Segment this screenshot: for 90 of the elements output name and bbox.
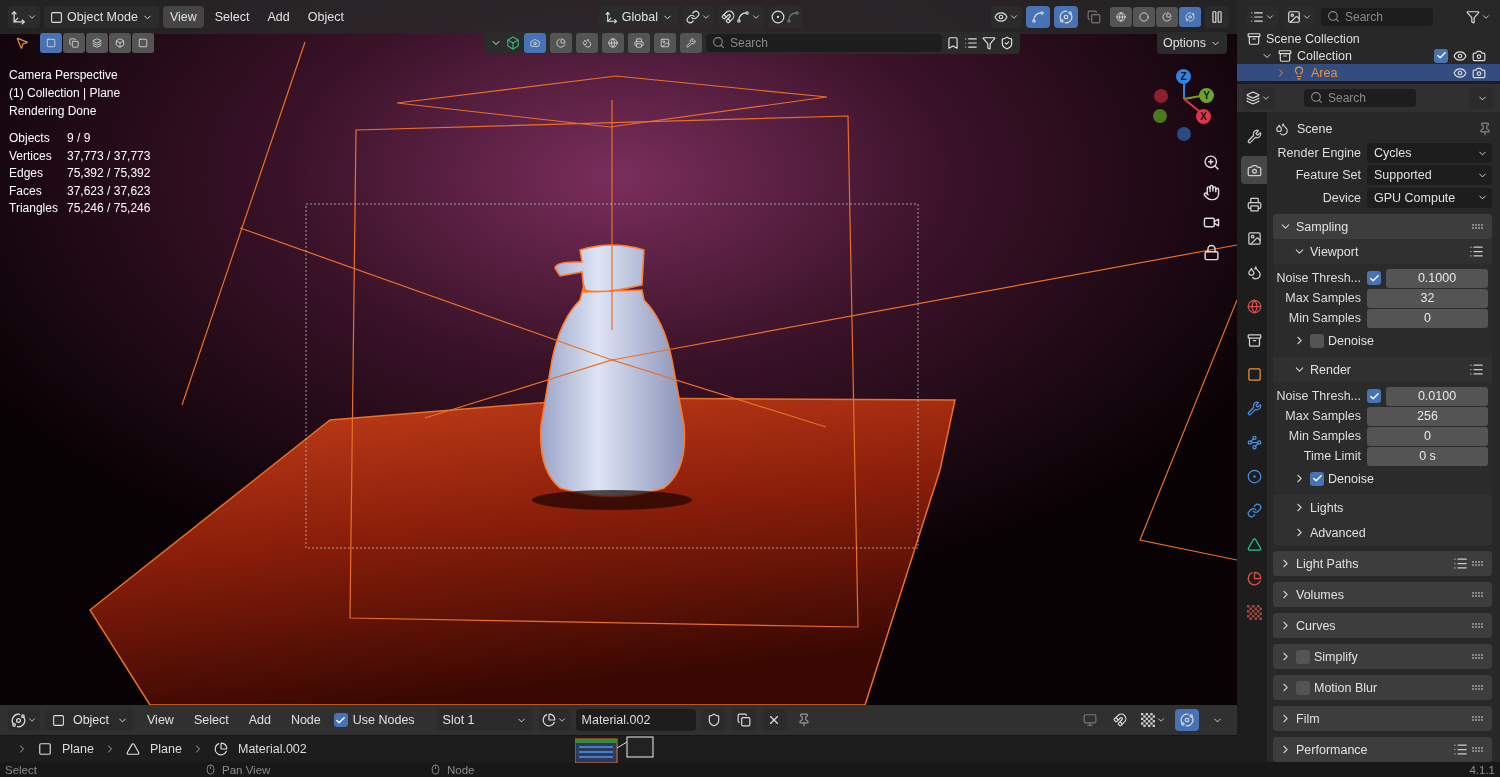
breadcrumb-item[interactable]: Material.002 bbox=[237, 742, 307, 756]
field-label: Time Limit bbox=[1302, 449, 1361, 463]
stat-label: Vertices bbox=[9, 147, 53, 165]
tree-item-label[interactable]: Collection bbox=[1297, 48, 1352, 63]
status-hint: Node bbox=[447, 763, 475, 776]
panel-header[interactable]: Advanced bbox=[1273, 520, 1492, 545]
search-field[interactable]: Search bbox=[706, 34, 942, 52]
field-label: Feature Set bbox=[1294, 168, 1361, 183]
number-field[interactable]: 0.0100 bbox=[1386, 386, 1488, 406]
stat-label: Edges bbox=[9, 165, 45, 182]
panel-title: Curves bbox=[1296, 618, 1336, 633]
breadcrumb-item[interactable]: Plane bbox=[62, 742, 94, 756]
stat-label: Objects bbox=[9, 130, 51, 147]
panel-title: Denoise bbox=[1328, 471, 1374, 486]
panel-header[interactable]: Render bbox=[1273, 357, 1492, 382]
menu-item[interactable]: Select bbox=[186, 709, 236, 731]
panel-title: Render bbox=[1310, 362, 1351, 377]
panel-header[interactable]: Performance bbox=[1273, 737, 1492, 762]
number-field[interactable]: 0 bbox=[1367, 308, 1488, 328]
material-name-field[interactable]: Material.002 bbox=[575, 709, 696, 731]
panel-header[interactable]: Motion Blur bbox=[1273, 675, 1492, 700]
breadcrumb-item[interactable]: Plane bbox=[150, 742, 182, 756]
panel-title: Advanced bbox=[1310, 525, 1366, 540]
stat-value: 75,246 / 75,246 bbox=[67, 200, 151, 217]
panel-header[interactable]: Light Paths bbox=[1273, 551, 1492, 576]
stat-value: 37,773 / 37,773 bbox=[67, 147, 151, 165]
dropdown[interactable]: GPU Compute bbox=[1367, 187, 1492, 208]
panel-header[interactable]: Denoise bbox=[1273, 328, 1492, 353]
stat-value: 75,392 / 75,392 bbox=[67, 165, 151, 182]
viewport-info-text: (1) Collection | Plane bbox=[9, 86, 121, 100]
tree-item-label[interactable]: Area bbox=[1311, 65, 1338, 80]
panel-title: Light Paths bbox=[1296, 556, 1359, 571]
slot-dropdown[interactable]: Slot 1 bbox=[436, 709, 533, 731]
tree-item-label[interactable]: Scene Collection bbox=[1266, 31, 1360, 46]
mode-dropdown[interactable]: Object Mode bbox=[44, 6, 159, 28]
search-field[interactable]: Search bbox=[1321, 8, 1433, 26]
number-field[interactable]: 32 bbox=[1367, 288, 1488, 308]
field-label: Max Samples bbox=[1284, 291, 1361, 305]
panel-title: Volumes bbox=[1296, 587, 1344, 602]
panel-title: Performance bbox=[1296, 742, 1368, 757]
stat-label: Triangles bbox=[9, 200, 59, 217]
menu-item[interactable]: View bbox=[162, 6, 204, 28]
field-label: Render Engine bbox=[1276, 146, 1361, 160]
panel-header[interactable]: Film bbox=[1273, 706, 1492, 731]
panel-title: Lights bbox=[1310, 500, 1344, 515]
panel-title: Simplify bbox=[1314, 649, 1358, 664]
panel-header[interactable]: Curves bbox=[1273, 613, 1492, 638]
use-nodes-checkbox[interactable]: Use Nodes bbox=[333, 713, 415, 727]
orientation-dropdown[interactable]: Global bbox=[598, 6, 679, 28]
panel-title: Sampling bbox=[1296, 219, 1349, 234]
menu-item[interactable]: Add bbox=[241, 709, 278, 731]
field-label: Noise Thresh... bbox=[1275, 271, 1361, 285]
stat-value: 9 / 9 bbox=[67, 130, 92, 147]
options-dropdown[interactable]: Options bbox=[1156, 32, 1227, 54]
panel-title: Denoise bbox=[1328, 333, 1374, 348]
menu-item[interactable]: Object bbox=[300, 6, 351, 28]
stat-value: 37,623 / 37,623 bbox=[67, 182, 151, 200]
search-field[interactable]: Search bbox=[1304, 89, 1416, 107]
dropdown[interactable]: Cycles bbox=[1367, 143, 1492, 163]
stat-label: Faces bbox=[9, 182, 43, 200]
panel-title: Motion Blur bbox=[1314, 680, 1378, 695]
field-label: Min Samples bbox=[1287, 311, 1361, 325]
menu-item[interactable]: Add bbox=[260, 6, 297, 28]
panel-title: Viewport bbox=[1310, 244, 1359, 259]
dropdown[interactable]: Supported bbox=[1367, 165, 1492, 186]
field-label: Max Samples bbox=[1284, 409, 1361, 423]
panel-header[interactable]: Lights bbox=[1273, 495, 1492, 520]
panel-header[interactable]: Simplify bbox=[1273, 644, 1492, 669]
status-hint: Pan View bbox=[222, 763, 271, 776]
mode-dropdown[interactable]: Object bbox=[46, 709, 134, 731]
number-field[interactable]: 0 s bbox=[1367, 446, 1488, 466]
field-label: Noise Thresh... bbox=[1275, 389, 1361, 403]
viewport-info-text: Rendering Done bbox=[9, 104, 97, 118]
menu-item[interactable]: View bbox=[140, 709, 181, 731]
number-field[interactable]: 0 bbox=[1367, 426, 1488, 446]
status-hint: Select bbox=[5, 763, 37, 776]
version-label: 4.1.1 bbox=[1469, 763, 1495, 776]
panel-title: Film bbox=[1296, 711, 1320, 726]
number-field[interactable]: 256 bbox=[1367, 406, 1488, 426]
field-label: Device bbox=[1321, 190, 1361, 205]
panel-header[interactable]: Volumes bbox=[1273, 582, 1492, 607]
panel-header[interactable]: Denoise bbox=[1273, 466, 1492, 491]
field-label: Min Samples bbox=[1287, 429, 1361, 443]
menu-item[interactable]: Node bbox=[283, 709, 328, 731]
menu-item[interactable]: Select bbox=[207, 6, 257, 28]
panel-header[interactable]: Sampling bbox=[1273, 214, 1492, 239]
context-label: Scene bbox=[1297, 122, 1333, 137]
panel-header[interactable]: Viewport bbox=[1273, 239, 1492, 264]
viewport-info-text: Camera Perspective bbox=[9, 68, 118, 82]
number-field[interactable]: 0.1000 bbox=[1386, 268, 1488, 288]
